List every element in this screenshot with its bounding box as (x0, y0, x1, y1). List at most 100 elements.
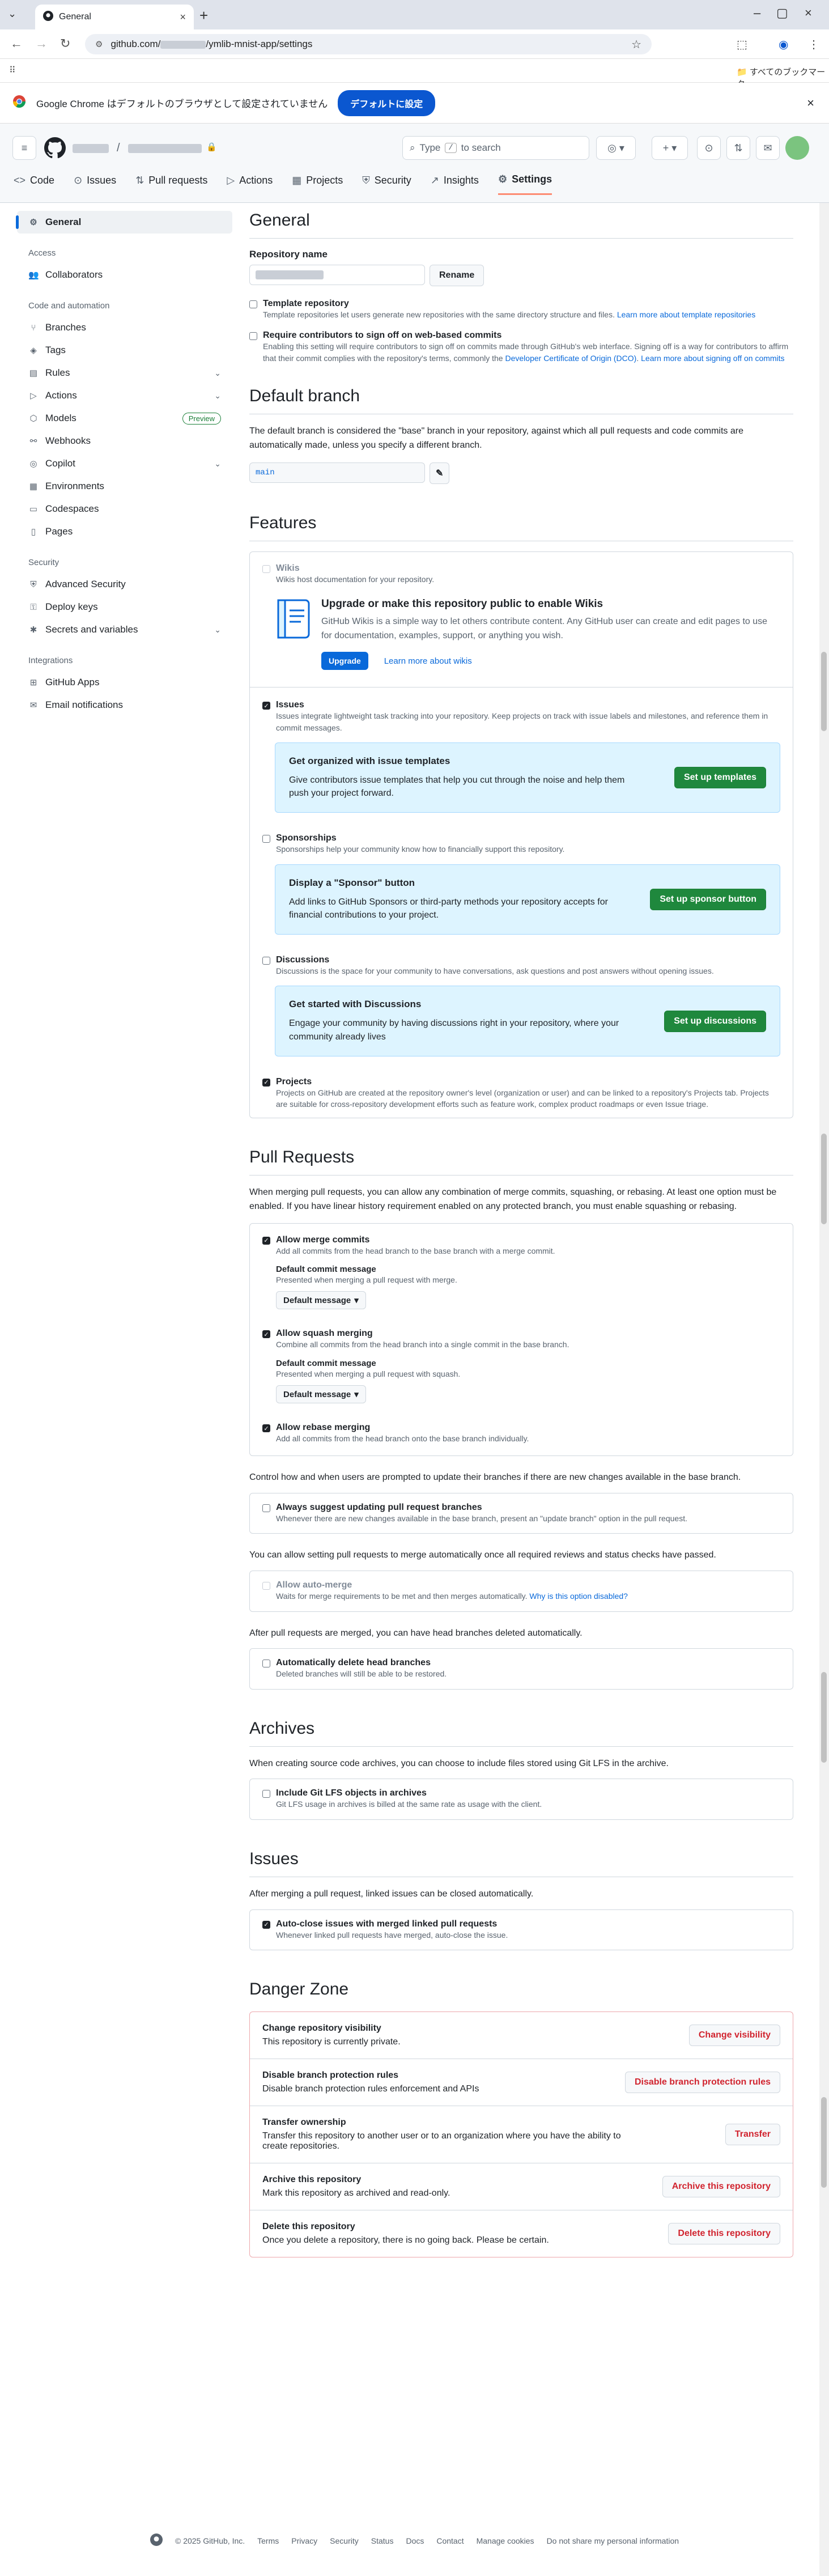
reload-icon[interactable]: ↻ (60, 36, 70, 51)
repo-owner-redacted[interactable] (73, 144, 109, 155)
sidebar-item-email-notifications[interactable]: ✉ Email notifications (17, 694, 232, 716)
delete-branches-checkbox[interactable] (262, 1660, 270, 1668)
page-scrollbar[interactable] (819, 203, 829, 2576)
sidebar-item-codespaces[interactable]: ▭ Codespaces (17, 498, 232, 520)
sidebar-item-branches[interactable]: ⑂ Branches (17, 316, 232, 339)
chrome-menu-icon[interactable]: ⋮ (808, 37, 819, 52)
dco-link[interactable]: Developer Certificate of Origin (DCO) (505, 354, 636, 363)
github-logo-icon[interactable] (44, 137, 66, 160)
footer-link[interactable]: Contact (436, 2536, 464, 2545)
tab-security[interactable]: ⛨ Security (362, 173, 411, 195)
transfer-button[interactable]: Transfer (725, 2123, 780, 2145)
sidebar-item-tags[interactable]: ◈ Tags (17, 339, 232, 362)
wikis-checkbox[interactable] (262, 565, 270, 574)
sidebar-item-collaborators[interactable]: 👥 Collaborators (17, 264, 232, 286)
maximize-icon[interactable]: ▢ (776, 6, 788, 20)
merge-message-select[interactable]: Default message ▾ (276, 1291, 366, 1310)
repo-name-redacted[interactable] (128, 144, 202, 155)
rebase-checkbox[interactable]: ✓ (262, 1424, 270, 1433)
footer-link[interactable]: Security (330, 2536, 359, 2545)
disable-branch-protection-rules-button[interactable]: Disable branch protection rules (624, 2071, 780, 2093)
create-new-icon[interactable]: + ▾ (652, 136, 688, 160)
copilot-icon[interactable]: ◎ ▾ (596, 136, 636, 160)
search-input[interactable]: ⌕ Type / to search (402, 136, 589, 160)
sidebar-item-environments[interactable]: ▦ Environments (17, 475, 232, 498)
projects-checkbox[interactable]: ✓ (262, 1078, 270, 1087)
tab-projects[interactable]: ▦ Projects (292, 173, 343, 195)
extensions-icon[interactable]: ⬚ (737, 37, 747, 52)
sidebar-item-models[interactable]: ⬡ Models Preview (17, 407, 232, 430)
avatar[interactable] (785, 136, 809, 160)
site-info-icon[interactable]: ⚙ (95, 39, 103, 49)
apps-icon[interactable]: ⠿ (9, 65, 16, 76)
bookmark-star-icon[interactable]: ☆ (631, 37, 641, 52)
set-up-sponsor-button[interactable]: Set up sponsor button (650, 888, 766, 910)
infobar-close-icon[interactable]: × (807, 96, 814, 111)
upgrade-button[interactable]: Upgrade (321, 652, 368, 670)
tab-pull-requests[interactable]: ⇅ Pull requests (135, 173, 207, 195)
learn-wikis-link[interactable]: Learn more about wikis (384, 656, 472, 666)
minimize-icon[interactable]: – (754, 6, 760, 20)
tab-code[interactable]: <> Code (14, 173, 54, 195)
sidebar-item-copilot[interactable]: ◎ Copilot ⌄ (17, 452, 232, 475)
tab-actions[interactable]: ▷ Actions (227, 173, 273, 195)
close-tab-icon[interactable]: × (180, 11, 186, 23)
footer-link[interactable]: Do not share my personal information (547, 2536, 679, 2545)
set-default-button[interactable]: デフォルトに設定 (338, 90, 436, 116)
template-learn-link[interactable]: Learn more about template repositories (617, 310, 755, 319)
inbox-icon[interactable]: ✉ (756, 136, 780, 160)
tab-settings[interactable]: ⚙ Settings (498, 173, 552, 195)
footer-link[interactable]: Terms (257, 2536, 279, 2545)
back-icon[interactable]: ← (10, 36, 23, 51)
signoff-learn-link[interactable]: Learn more about signing off on commits (641, 354, 784, 363)
scrollbar-thumb[interactable] (821, 1134, 827, 1224)
sidebar-item-webhooks[interactable]: ⚯ Webhooks (17, 430, 232, 452)
archive-this-repository-button[interactable]: Archive this repository (662, 2175, 780, 2197)
sidebar-item-advanced-security[interactable]: ⛨ Advanced Security (17, 573, 232, 596)
sidebar-item-general[interactable]: ⚙ General (16, 211, 232, 234)
signoff-checkbox[interactable] (249, 332, 257, 341)
set-up-templates-button[interactable]: Set up templates (674, 767, 766, 789)
tab-insights[interactable]: ↗ Insights (431, 173, 479, 195)
scrollbar-thumb[interactable] (821, 2097, 827, 2188)
pull-requests-icon[interactable]: ⇅ (726, 136, 750, 160)
delete-this-repository-button[interactable]: Delete this repository (668, 2222, 780, 2244)
footer-link[interactable]: Docs (406, 2536, 424, 2545)
sidebar-item-secrets-and-variables[interactable]: ✱ Secrets and variables ⌄ (17, 618, 232, 641)
repo-name-input[interactable] (249, 265, 425, 285)
hamburger-menu-icon[interactable]: ≡ (12, 136, 36, 160)
tab-issues[interactable]: ⊙ Issues (74, 173, 116, 195)
issues-checkbox[interactable]: ✓ (262, 702, 270, 710)
tab-list-icon[interactable]: ⌄ (8, 8, 16, 20)
squash-message-select[interactable]: Default message ▾ (276, 1385, 366, 1404)
sidebar-item-github-apps[interactable]: ⊞ GitHub Apps (17, 671, 232, 694)
sidebar-item-deploy-keys[interactable]: ⚿ Deploy keys (17, 596, 232, 618)
suggest-update-checkbox[interactable] (262, 1504, 270, 1513)
sidebar-item-actions[interactable]: ▷ Actions ⌄ (17, 384, 232, 407)
rename-button[interactable]: Rename (430, 265, 484, 286)
sidebar-item-rules[interactable]: ▤ Rules ⌄ (17, 362, 232, 384)
set-up-discussions-button[interactable]: Set up discussions (664, 1010, 766, 1032)
footer-link[interactable]: Status (371, 2536, 394, 2545)
window-close-icon[interactable]: × (805, 6, 812, 20)
footer-link[interactable]: Manage cookies (477, 2536, 534, 2545)
omnibox[interactable]: ⚙ github.com//ymlib-mnist-app/settings ☆ (85, 34, 652, 54)
change-visibility-button[interactable]: Change visibility (688, 2024, 780, 2046)
browser-tab[interactable]: General × (35, 5, 194, 29)
lfs-checkbox[interactable] (262, 1790, 270, 1798)
squash-checkbox[interactable]: ✓ (262, 1330, 270, 1339)
scrollbar-thumb[interactable] (821, 1672, 827, 1763)
issues-icon[interactable]: ⊙ (697, 136, 721, 160)
scrollbar-thumb[interactable] (821, 652, 827, 731)
sponsorships-checkbox[interactable] (262, 835, 270, 843)
forward-icon[interactable]: → (35, 36, 48, 51)
automerge-why-link[interactable]: Why is this option disabled? (529, 1592, 628, 1601)
sidebar-item-pages[interactable]: ▯ Pages (17, 520, 232, 543)
discussions-checkbox[interactable] (262, 957, 270, 965)
new-tab-icon[interactable]: + (199, 7, 208, 24)
profile-icon[interactable]: ◉ (779, 37, 788, 52)
autoclose-checkbox[interactable]: ✓ (262, 1920, 270, 1929)
footer-link[interactable]: Privacy (291, 2536, 317, 2545)
merge-commits-checkbox[interactable]: ✓ (262, 1236, 270, 1245)
edit-branch-button[interactable]: ✎ (430, 462, 450, 485)
